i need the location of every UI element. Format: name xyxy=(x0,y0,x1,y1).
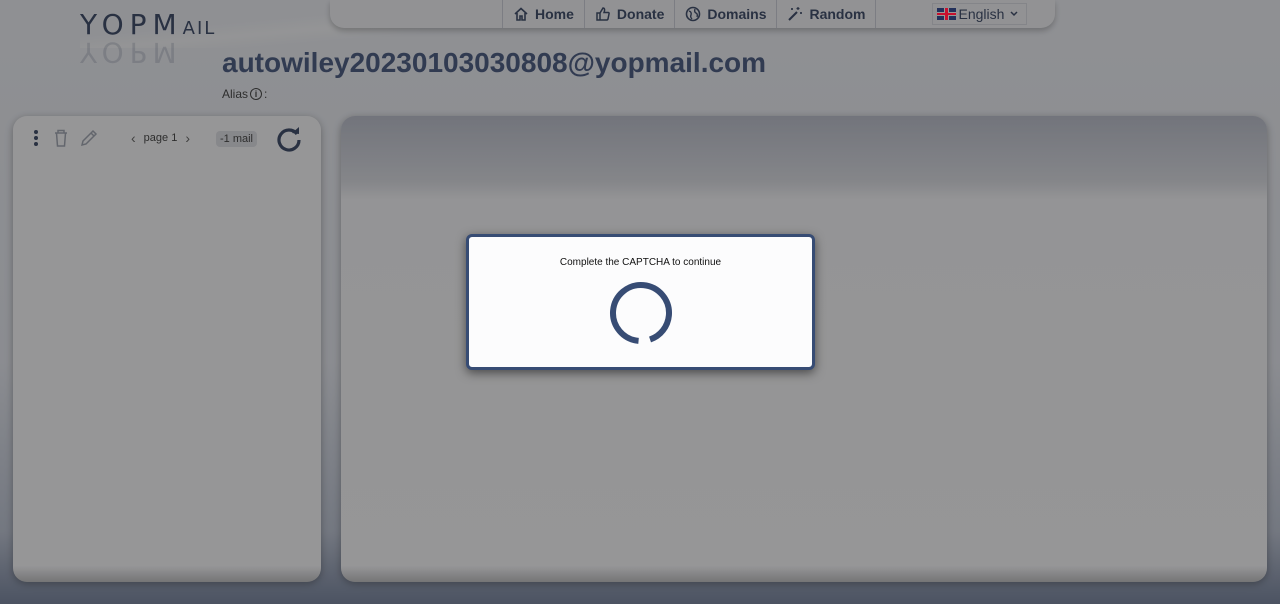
captcha-message: Complete the CAPTCHA to continue xyxy=(559,257,722,268)
spinner-icon xyxy=(609,282,672,344)
captcha-modal: Complete the CAPTCHA to continue xyxy=(466,234,815,370)
